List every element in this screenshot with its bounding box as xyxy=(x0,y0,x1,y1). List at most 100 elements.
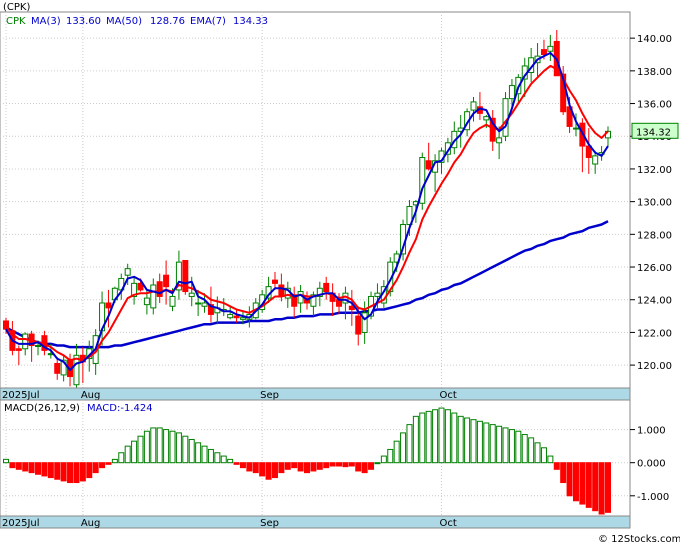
candle-body xyxy=(592,155,599,165)
macd-bar xyxy=(28,462,35,474)
macd-bar xyxy=(35,462,42,475)
macd-bar xyxy=(329,462,336,467)
price-tick-label: 120.00 xyxy=(637,361,672,372)
candle-body xyxy=(163,274,170,288)
macd-bar xyxy=(348,462,355,467)
candle-body xyxy=(278,284,285,297)
price-tick-label: 140.00 xyxy=(637,34,672,45)
macd-title: MACD(26,12,9) xyxy=(4,403,80,414)
candle-body xyxy=(572,127,579,130)
macd-bar xyxy=(406,424,413,464)
macd-bar xyxy=(560,462,567,484)
last-price-badge: 134.32 xyxy=(631,122,679,139)
candle-body xyxy=(496,137,503,144)
macd-bar xyxy=(598,462,605,515)
macd-bar xyxy=(540,447,547,464)
macd-bar xyxy=(252,462,259,474)
macd-bar xyxy=(528,437,535,464)
macd-bar xyxy=(336,462,343,467)
price-x-tick-label: Aug xyxy=(81,390,101,401)
macd-bar xyxy=(534,442,541,464)
macd-bar xyxy=(444,409,451,464)
macd-tick-label: 0.000 xyxy=(637,459,666,470)
macd-bar xyxy=(188,439,195,464)
macd-bar xyxy=(99,462,106,469)
macd-bar xyxy=(432,409,439,464)
macd-bar xyxy=(182,435,189,464)
macd-bar xyxy=(470,419,477,464)
price-tick-label: 138.00 xyxy=(637,67,672,78)
macd-bar xyxy=(41,462,48,477)
macd-bar xyxy=(111,458,118,464)
macd-bar xyxy=(316,462,323,470)
macd-bar xyxy=(605,462,611,513)
candle-body xyxy=(188,292,195,297)
legend-ma50-value: 128.76 xyxy=(150,16,185,27)
macd-bar xyxy=(361,462,368,474)
candle-body xyxy=(143,297,150,306)
macd-bar xyxy=(304,462,310,474)
macd-bar xyxy=(521,434,528,464)
candle-body xyxy=(105,302,112,309)
macd-bar xyxy=(412,415,419,464)
candle-body xyxy=(271,279,278,284)
candle-body xyxy=(323,282,330,293)
candle-body xyxy=(201,302,208,307)
macd-bar xyxy=(105,462,112,465)
macd-bar xyxy=(483,422,490,464)
macd-bar xyxy=(137,435,144,464)
macd-bar xyxy=(438,407,445,464)
macd-tick-label: -1.000 xyxy=(637,492,669,503)
macd-bar xyxy=(297,462,304,472)
macd-bar xyxy=(310,462,317,472)
macd-bar xyxy=(169,430,176,464)
macd-bar xyxy=(271,462,278,479)
price-panel xyxy=(0,11,631,389)
candle-body xyxy=(233,315,240,319)
macd-bar xyxy=(515,430,522,464)
macd-bar xyxy=(342,462,349,468)
legend-ema7-label: EMA(7) xyxy=(190,16,226,27)
macd-bar xyxy=(374,462,381,465)
macd-bar xyxy=(368,462,375,470)
stock-chart: 140.00138.00136.00134.00132.00130.00128.… xyxy=(0,2,680,545)
macd-bar xyxy=(393,440,400,464)
macd-bar xyxy=(227,458,234,464)
macd-bar xyxy=(553,462,560,470)
candle-body xyxy=(35,344,42,347)
candle-body xyxy=(483,116,490,121)
macd-bar xyxy=(86,462,93,479)
macd-bar xyxy=(79,462,86,482)
macd-bar xyxy=(387,448,394,464)
candle-body xyxy=(425,160,432,170)
candle-body xyxy=(169,295,176,307)
candle-body xyxy=(355,315,362,335)
macd-bar xyxy=(15,462,22,470)
macd-bar xyxy=(291,462,298,469)
candle-body xyxy=(124,268,131,276)
macd-bar xyxy=(47,462,54,479)
macd-bar xyxy=(214,452,221,464)
macd-bar xyxy=(156,427,163,464)
macd-bar xyxy=(355,462,362,472)
macd-x-tick-label: Oct xyxy=(439,518,456,529)
macd-value: MACD:-1.424 xyxy=(87,403,153,414)
macd-bar xyxy=(547,455,554,464)
price-tick-label: 136.00 xyxy=(637,100,672,111)
candle-body xyxy=(540,49,547,56)
price-tick-label: 132.00 xyxy=(637,165,672,176)
candle-body xyxy=(156,281,163,297)
price-tick-label: 128.00 xyxy=(637,230,672,241)
candle-body xyxy=(227,313,234,319)
legend-ma50-label: MA(50) xyxy=(106,16,142,27)
candle-body xyxy=(239,317,246,320)
candle-body xyxy=(508,85,515,100)
legend-ma3-value: 133.60 xyxy=(66,16,101,27)
macd-bar xyxy=(572,462,579,502)
macd-bar xyxy=(60,462,67,482)
macd-bar xyxy=(131,440,138,464)
macd-bar xyxy=(457,415,464,464)
macd-x-tick-label: 2025Jul xyxy=(2,518,40,529)
candle-body xyxy=(336,299,343,307)
macd-bar xyxy=(323,462,330,469)
